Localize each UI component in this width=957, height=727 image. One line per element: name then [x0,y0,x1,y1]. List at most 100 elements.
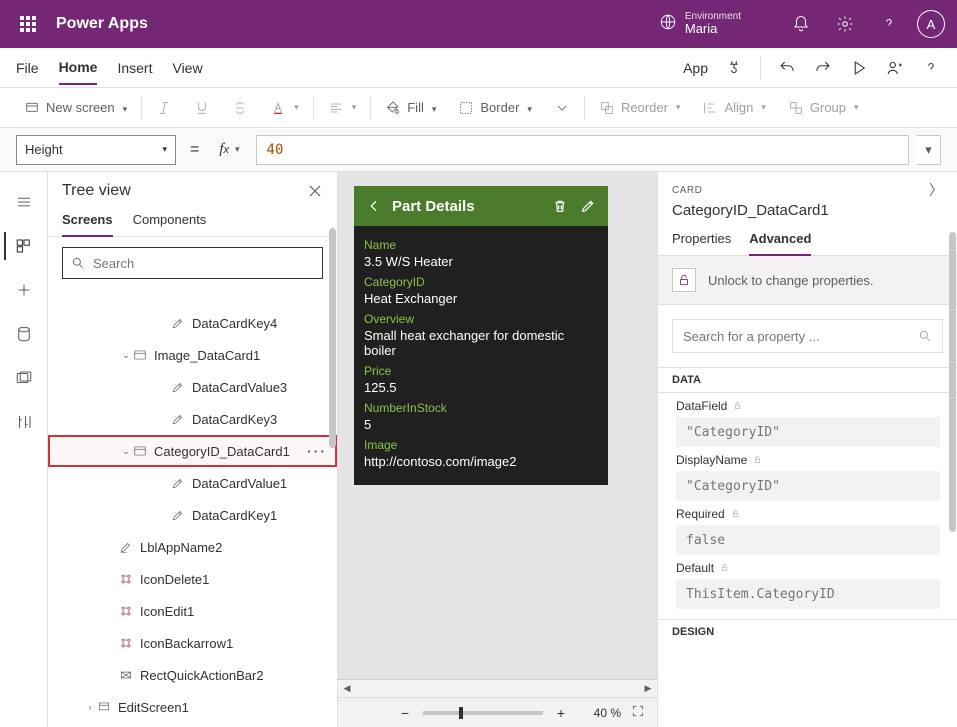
property-value[interactable]: ThisItem.CategoryID [676,579,940,609]
undo-icon[interactable] [777,58,797,78]
play-icon[interactable] [849,58,869,78]
chevron-down-icon[interactable]: ⌄ [120,446,132,457]
menu-home[interactable]: Home [59,51,98,85]
formula-input[interactable]: 40 [256,135,909,165]
environment-picker[interactable]: Environment Maria [659,11,741,36]
rail-hamburger-icon[interactable] [4,182,44,222]
tab-components[interactable]: Components [133,206,207,236]
chevron-right-icon[interactable]: › [84,702,96,712]
tab-properties[interactable]: Properties [672,227,731,255]
zoom-out-button[interactable]: − [397,705,413,721]
more-formatting-icon[interactable] [546,96,578,120]
notifications-icon[interactable] [781,0,821,48]
redo-icon[interactable] [813,58,833,78]
unlock-button[interactable] [672,268,696,292]
form-preview[interactable]: Part Details Name3.5 W/S HeaterCategoryI… [354,186,608,485]
tree-item[interactable]: ⌄Image_DataCard1 [48,339,337,371]
fill-button[interactable]: Fill [377,96,444,120]
text-align-icon[interactable] [320,96,365,120]
fx-icon[interactable]: fx [213,141,235,158]
card-icon [132,444,148,458]
property-value[interactable]: "CategoryID" [676,471,940,501]
underline-icon[interactable] [186,96,218,120]
settings-icon[interactable] [825,0,865,48]
reorder-button[interactable]: Reorder [591,96,689,120]
tree-search-input[interactable] [62,247,323,279]
menu-app[interactable]: App [683,52,708,84]
tree-item[interactable]: LblAppName2 [48,531,337,563]
rail-tree-view-icon[interactable] [4,226,44,266]
unlock-text: Unlock to change properties. [708,273,873,288]
tree-item[interactable]: IconEdit1 [48,595,337,627]
more-options-icon[interactable]: ··· [307,443,327,459]
tree-item[interactable]: IconBackarrow1 [48,627,337,659]
tab-advanced[interactable]: Advanced [749,227,811,256]
menu-view[interactable]: View [172,52,202,84]
property-selector[interactable]: Height ▾ [16,135,176,165]
app-checker-icon[interactable] [724,58,744,78]
group-button[interactable]: Group [780,96,867,120]
tree-item[interactable]: IconDelete1 [48,563,337,595]
tree-item[interactable]: RectQuickActionBar2 [48,659,337,691]
divider [313,96,314,120]
card-type-label: CARD [672,185,702,196]
back-arrow-icon[interactable] [364,196,384,216]
formula-bar: Height ▾ = fx ▾ 40 ▾ [0,128,957,172]
menu-insert[interactable]: Insert [117,52,152,84]
property-search[interactable]: Search for a property ... [672,319,943,353]
font-color-icon[interactable] [262,96,307,120]
form-field: OverviewSmall heat exchanger for domesti… [364,312,598,358]
field-value: Heat Exchanger [364,291,598,306]
tree-item[interactable]: DataCardKey4 [48,307,337,339]
tree-item[interactable]: DataCardValue1 [48,467,337,499]
zoom-in-button[interactable]: + [553,705,569,721]
user-avatar[interactable]: A [917,10,945,38]
scroll-left-icon[interactable]: ◀ [338,680,356,698]
canvas-h-scrollbar[interactable]: ◀ ▶ [338,679,657,697]
tab-screens[interactable]: Screens [62,206,113,237]
tree-item[interactable]: DataCardKey1 [48,499,337,531]
tree-item[interactable]: ›EditScreen1 [48,691,337,723]
tree-scrollbar[interactable] [326,172,336,727]
tree-item[interactable]: DataCardValue3 [48,371,337,403]
rail-media-icon[interactable] [4,358,44,398]
align-button[interactable]: Align [694,96,773,120]
card-collapse-icon[interactable]: 〉 [929,180,943,200]
scroll-right-icon[interactable]: ▶ [639,680,657,698]
tree-item[interactable]: ⌄CategoryID_DataCard1··· [48,435,337,467]
tree-item-clipped[interactable] [48,289,337,307]
properties-scrollbar[interactable] [946,232,956,727]
property-value[interactable]: false [676,525,940,555]
delete-icon[interactable] [550,196,570,216]
fx-dropdown[interactable]: ▾ [235,144,248,155]
app-launcher-icon[interactable] [12,8,44,40]
new-screen-button[interactable]: New screen [16,96,135,120]
help-icon[interactable] [869,0,909,48]
rail-data-icon[interactable] [4,314,44,354]
formula-expand-icon[interactable]: ▾ [917,135,941,165]
tree-search-field[interactable] [93,256,314,271]
strikethrough-icon[interactable] [224,96,256,120]
rail-advanced-icon[interactable] [4,402,44,442]
share-icon[interactable] [885,58,905,78]
field-label: NumberInStock [364,401,598,415]
tree-view-title: Tree view [62,182,131,200]
rail-insert-icon[interactable] [4,270,44,310]
italic-icon[interactable] [148,96,180,120]
divider [370,96,371,120]
zoom-slider[interactable] [423,711,543,715]
edit-icon[interactable] [578,196,598,216]
chevron-down-icon[interactable]: ⌄ [120,350,132,361]
titlebar: Power Apps Environment Maria A [0,0,957,48]
tree-close-icon[interactable] [307,183,323,199]
edit-icon [170,316,186,330]
label-icon [118,540,134,554]
tree-item-label: DataCardKey4 [192,316,277,331]
border-button[interactable]: Border [450,96,540,120]
zoom-fit-icon[interactable] [631,704,645,721]
field-label: Price [364,364,598,378]
menu-file[interactable]: File [16,52,39,84]
property-value[interactable]: "CategoryID" [676,417,940,447]
help-menu-icon[interactable] [921,58,941,78]
tree-item[interactable]: DataCardKey3 [48,403,337,435]
